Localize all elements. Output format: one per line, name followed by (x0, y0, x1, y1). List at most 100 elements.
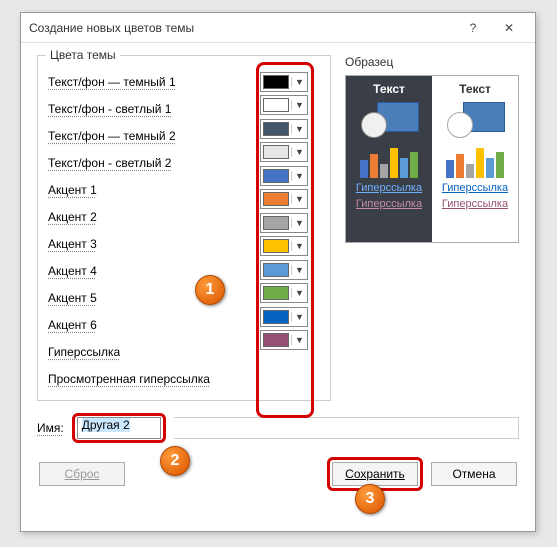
color-dropdown[interactable]: ▼ (260, 307, 308, 327)
color-dropdown[interactable]: ▼ (260, 213, 308, 233)
color-label-row: Текст/фон - светлый 1 (48, 95, 252, 122)
reset-button[interactable]: Сброс (39, 462, 125, 486)
close-button[interactable]: ✕ (491, 15, 527, 41)
color-label: Акцент 6 (48, 318, 97, 332)
color-label: Текст/фон - светлый 2 (48, 156, 171, 170)
chevron-down-icon: ▼ (291, 288, 307, 298)
bar-icon (400, 158, 408, 178)
cancel-button[interactable]: Отмена (431, 462, 517, 486)
color-label: Акцент 3 (48, 237, 97, 251)
color-dropdown[interactable]: ▼ (260, 119, 308, 139)
save-button[interactable]: Сохранить (332, 462, 418, 486)
color-label-row: Текст/фон — темный 2 (48, 122, 252, 149)
color-dropdown[interactable]: ▼ (260, 236, 308, 256)
color-label: Акцент 5 (48, 291, 97, 305)
name-input[interactable]: Другая 2 (77, 417, 161, 439)
titlebar: Создание новых цветов темы ? ✕ (21, 13, 535, 43)
color-swatch (263, 98, 289, 112)
sample-hyperlink-dark: Гиперссылка (356, 182, 422, 194)
chevron-down-icon: ▼ (291, 218, 307, 228)
sample-dark: Текст Гиперссылка Гиперссылка (346, 76, 432, 242)
color-swatch (263, 122, 289, 136)
color-label-row: Акцент 4 (48, 257, 252, 284)
bar-icon (370, 154, 378, 178)
color-label-row: Акцент 1 (48, 176, 252, 203)
chevron-down-icon: ▼ (291, 100, 307, 110)
color-label-row: Текст/фон - светлый 2 (48, 149, 252, 176)
bar-icon (496, 152, 504, 178)
color-dropdown[interactable]: ▼ (260, 330, 308, 350)
chevron-down-icon: ▼ (291, 147, 307, 157)
bar-icon (410, 152, 418, 178)
name-row: Имя: Другая 2 (37, 413, 519, 443)
color-label: Акцент 4 (48, 264, 97, 278)
highlight-save-button: Сохранить (327, 457, 423, 491)
color-label-row: Текст/фон — темный 1 (48, 68, 252, 95)
color-dropdown[interactable]: ▼ (260, 95, 308, 115)
bar-icon (476, 148, 484, 178)
color-label: Текст/фон — темный 1 (48, 75, 176, 89)
chevron-down-icon: ▼ (291, 335, 307, 345)
sample-column: Образец Текст Гиперссылка Гиперссылка Те… (339, 55, 519, 401)
color-swatch (263, 216, 289, 230)
sample-hyperlink-light: Гиперссылка (442, 182, 508, 194)
chevron-down-icon: ▼ (291, 77, 307, 87)
color-label-row: Акцент 3 (48, 230, 252, 257)
dialog-content: Цвета темы Текст/фон — темный 1Текст/фон… (21, 43, 535, 501)
color-label-row: Просмотренная гиперссылка (48, 365, 252, 392)
color-dropdown[interactable]: ▼ (260, 142, 308, 162)
chevron-down-icon: ▼ (291, 171, 307, 181)
bar-icon (360, 160, 368, 178)
chevron-down-icon: ▼ (291, 194, 307, 204)
bar-icon (390, 148, 398, 178)
color-label-row: Акцент 6 (48, 311, 252, 338)
color-label-row: Гиперссылка (48, 338, 252, 365)
circle-icon (447, 112, 473, 138)
color-label: Акцент 1 (48, 183, 97, 197)
close-icon: ✕ (504, 21, 514, 35)
bar-icon (486, 158, 494, 178)
color-swatch (263, 239, 289, 253)
sample-visited-light: Гиперссылка (442, 198, 508, 210)
chevron-down-icon: ▼ (291, 312, 307, 322)
help-button[interactable]: ? (455, 15, 491, 41)
color-dropdown[interactable]: ▼ (260, 72, 308, 92)
name-input-rest[interactable] (174, 417, 519, 439)
color-swatch (263, 333, 289, 347)
sample-light: Текст Гиперссылка Гиперссылка (432, 76, 518, 242)
color-label: Текст/фон — темный 2 (48, 129, 176, 143)
sample-shapes-light (445, 102, 505, 138)
highlight-name-input: Другая 2 (72, 413, 166, 443)
sample-preview: Текст Гиперссылка Гиперссылка Текст (345, 75, 519, 243)
name-value: Другая 2 (82, 418, 130, 432)
circle-icon (361, 112, 387, 138)
color-label-row: Акцент 2 (48, 203, 252, 230)
color-swatch (263, 263, 289, 277)
sample-legend: Образец (345, 55, 519, 69)
color-swatch (263, 75, 289, 89)
color-label: Текст/фон - светлый 1 (48, 102, 171, 116)
color-labels-column: Текст/фон — темный 1 Текст/фон - светлый … (48, 68, 252, 392)
sample-shapes-dark (359, 102, 419, 138)
color-dropdown[interactable]: ▼ (260, 283, 308, 303)
sample-visited-dark: Гиперссылка (356, 198, 422, 210)
bar-icon (380, 164, 388, 178)
color-swatch (263, 192, 289, 206)
color-dropdown[interactable]: ▼ (260, 260, 308, 280)
color-swatch (263, 145, 289, 159)
sample-text-dark: Текст (373, 82, 405, 96)
help-icon: ? (470, 21, 477, 35)
theme-colors-legend: Цвета темы (46, 48, 120, 62)
chevron-down-icon: ▼ (291, 124, 307, 134)
theme-colors-group: Цвета темы Текст/фон — темный 1Текст/фон… (37, 55, 331, 401)
color-dropdown[interactable]: ▼ (260, 189, 308, 209)
color-swatch (263, 169, 289, 183)
dialog-buttons: Сброс Сохранить Отмена (37, 457, 519, 491)
name-label: Имя: (37, 421, 64, 435)
dialog-title: Создание новых цветов темы (29, 21, 455, 35)
color-swatch (263, 310, 289, 324)
bar-icon (456, 154, 464, 178)
color-dropdown[interactable]: ▼ (260, 166, 308, 186)
color-label: Акцент 2 (48, 210, 97, 224)
color-dropdowns-column: ▼ ▼ ▼ ▼ ▼ ▼ ▼ ▼ ▼ ▼ ▼ ▼ (260, 68, 320, 392)
